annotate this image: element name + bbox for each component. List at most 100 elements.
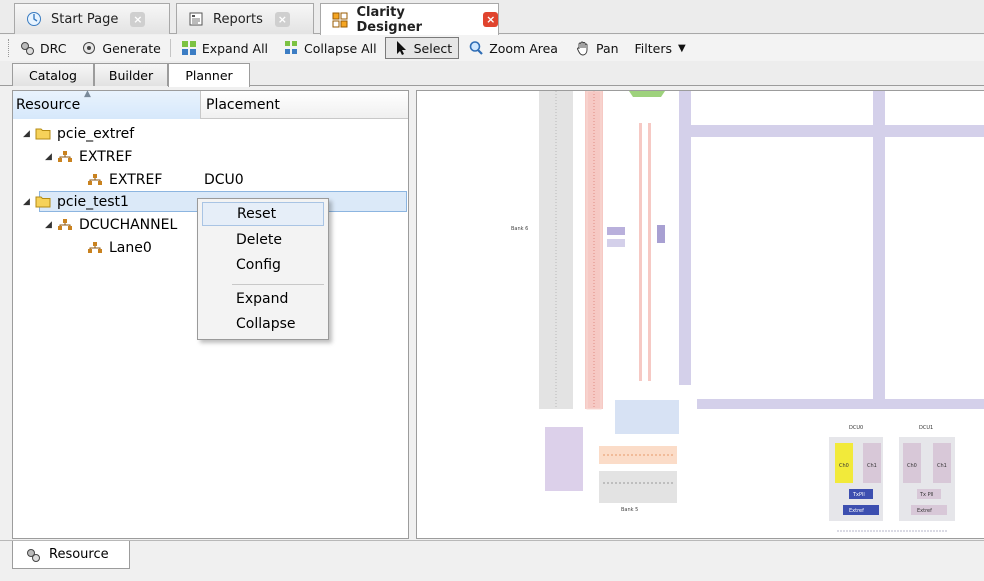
folder-icon [35, 195, 51, 209]
placement-value: DCU0 [204, 171, 244, 188]
tab-label: Catalog [28, 67, 77, 83]
channel-label: Ch1 [867, 463, 877, 469]
component-icon [57, 218, 73, 232]
routing-channel [697, 399, 984, 409]
tree-row-lane0[interactable]: Lane0 [13, 236, 203, 259]
tree-row-label: DCUCHANNEL [79, 216, 178, 233]
tab-resource[interactable]: Resource [12, 541, 130, 569]
bank-label: Bank 5 [621, 507, 638, 513]
routing-channel [679, 91, 691, 385]
pan-button[interactable]: Pan [570, 37, 623, 59]
sort-ascending-icon: ▲ [84, 89, 91, 99]
document-tab-bar: Start Page × Reports × Clarity Designer … [0, 0, 984, 35]
orange-strip [599, 446, 677, 464]
tree-row-label: pcie_test1 [57, 193, 129, 210]
menu-item-config[interactable]: Config [202, 253, 324, 277]
lavender-block [545, 427, 583, 491]
tree-row-extref-instance[interactable]: EXTREF DCU0 [13, 168, 407, 191]
column-label: Resource [16, 97, 81, 113]
pan-label: Pan [595, 40, 619, 56]
tab-start-page[interactable]: Start Page × [14, 3, 170, 34]
bank-label: Bank 6 [511, 226, 528, 232]
collapse-all-button[interactable]: Collapse All [278, 37, 381, 59]
bottom-tab-bar: Resource [0, 540, 984, 581]
drc-icon [18, 40, 36, 56]
extref-label: Extref [849, 508, 864, 514]
menu-item-expand[interactable]: Expand [202, 287, 324, 311]
resource-column-header[interactable]: ▲ Resource [13, 89, 201, 119]
tree-row-label: pcie_extref [57, 125, 135, 142]
expand-all-button[interactable]: Expand All [176, 37, 272, 59]
tx-pll-label: Tx Pll [919, 492, 933, 498]
close-icon[interactable]: × [130, 11, 146, 27]
expand-all-icon [180, 40, 198, 56]
menu-item-label: Expand [236, 291, 289, 307]
routing-channel [873, 91, 885, 399]
filters-dropdown[interactable]: Filters ▼ [631, 37, 690, 59]
view-tab-bar: Catalog Builder Planner [0, 61, 984, 87]
expand-triangle-icon[interactable]: ◢ [45, 220, 57, 230]
filters-label: Filters [634, 40, 673, 56]
expand-triangle-icon[interactable]: ◢ [23, 129, 35, 139]
green-block [629, 91, 665, 97]
magnifier-icon [467, 40, 485, 56]
menu-item-label: Config [236, 257, 281, 273]
menu-item-collapse[interactable]: Collapse [202, 312, 324, 336]
menu-item-reset[interactable]: Reset [202, 202, 324, 226]
chevron-down-icon: ▼ [678, 42, 686, 54]
tree-row-label: EXTREF [79, 148, 133, 165]
tree-row-pcie-extref[interactable]: ◢ pcie_extref [23, 122, 403, 145]
folder-icon [35, 127, 51, 141]
tab-reports[interactable]: Reports × [176, 3, 314, 34]
close-icon[interactable]: × [274, 11, 290, 27]
generate-button[interactable]: Generate [76, 37, 164, 59]
tab-catalog[interactable]: Catalog [12, 63, 94, 86]
tree-row-dcuchannel[interactable]: ◢ DCUCHANNEL [45, 213, 205, 236]
blue-region [615, 400, 679, 434]
cursor-arrow-icon [392, 40, 410, 56]
zoom-area-button[interactable]: Zoom Area [463, 37, 562, 59]
tree-column-header: ▲ Resource Placement [13, 89, 408, 119]
component-icon [87, 241, 103, 255]
extref-label: Extref [917, 508, 932, 514]
close-icon[interactable]: × [483, 12, 498, 27]
component-icon [87, 173, 103, 187]
select-button[interactable]: Select [384, 37, 460, 59]
tab-label: Start Page [51, 11, 119, 27]
clarity-designer-icon [331, 12, 348, 28]
expand-all-label: Expand All [201, 40, 269, 56]
menu-item-delete[interactable]: Delete [202, 228, 324, 252]
bank-block [599, 471, 677, 503]
drc-button[interactable]: DRC [14, 37, 70, 59]
routing-channel [691, 125, 984, 137]
channel-label: Ch1 [937, 463, 947, 469]
tab-builder[interactable]: Builder [94, 63, 168, 86]
dcu-label: DCU1 [919, 425, 933, 431]
tab-clarity-designer[interactable]: Clarity Designer × [320, 3, 499, 35]
floorplan-drawing[interactable]: Bank 6 Bank 5 DCU0 Ch0 Ch1 TxPll Extref … [417, 91, 984, 539]
tab-label: Reports [213, 11, 263, 27]
menu-item-label: Reset [237, 206, 277, 222]
generate-icon [80, 40, 98, 56]
reports-icon [187, 11, 205, 27]
placement-column-header[interactable]: Placement [202, 91, 408, 119]
component-icon [57, 150, 73, 164]
tree-row-label: EXTREF [109, 171, 163, 188]
toolbar: DRC Generate Expand All Collapse All Sel… [0, 35, 984, 61]
collapse-all-icon [282, 40, 300, 56]
planner-canvas[interactable]: Bank 6 Bank 5 DCU0 Ch0 Ch1 TxPll Extref … [416, 90, 984, 539]
tab-label: Clarity Designer [356, 4, 423, 35]
tab-planner[interactable]: Planner [168, 63, 250, 87]
start-page-icon [25, 11, 43, 27]
expand-triangle-icon[interactable]: ◢ [23, 197, 35, 207]
menu-item-label: Collapse [236, 316, 296, 332]
tree-row-extref-group[interactable]: ◢ EXTREF [45, 145, 401, 168]
zoom-area-label: Zoom Area [489, 40, 558, 56]
expand-triangle-icon[interactable]: ◢ [45, 152, 57, 162]
tree-row-label: Lane0 [109, 239, 152, 256]
tx-pll-label: TxPll [852, 492, 865, 498]
toolbar-separator [169, 39, 171, 57]
tab-label: Builder [108, 67, 154, 83]
select-label: Select [413, 40, 453, 56]
context-menu: Reset Delete Config Expand Collapse [197, 198, 329, 340]
